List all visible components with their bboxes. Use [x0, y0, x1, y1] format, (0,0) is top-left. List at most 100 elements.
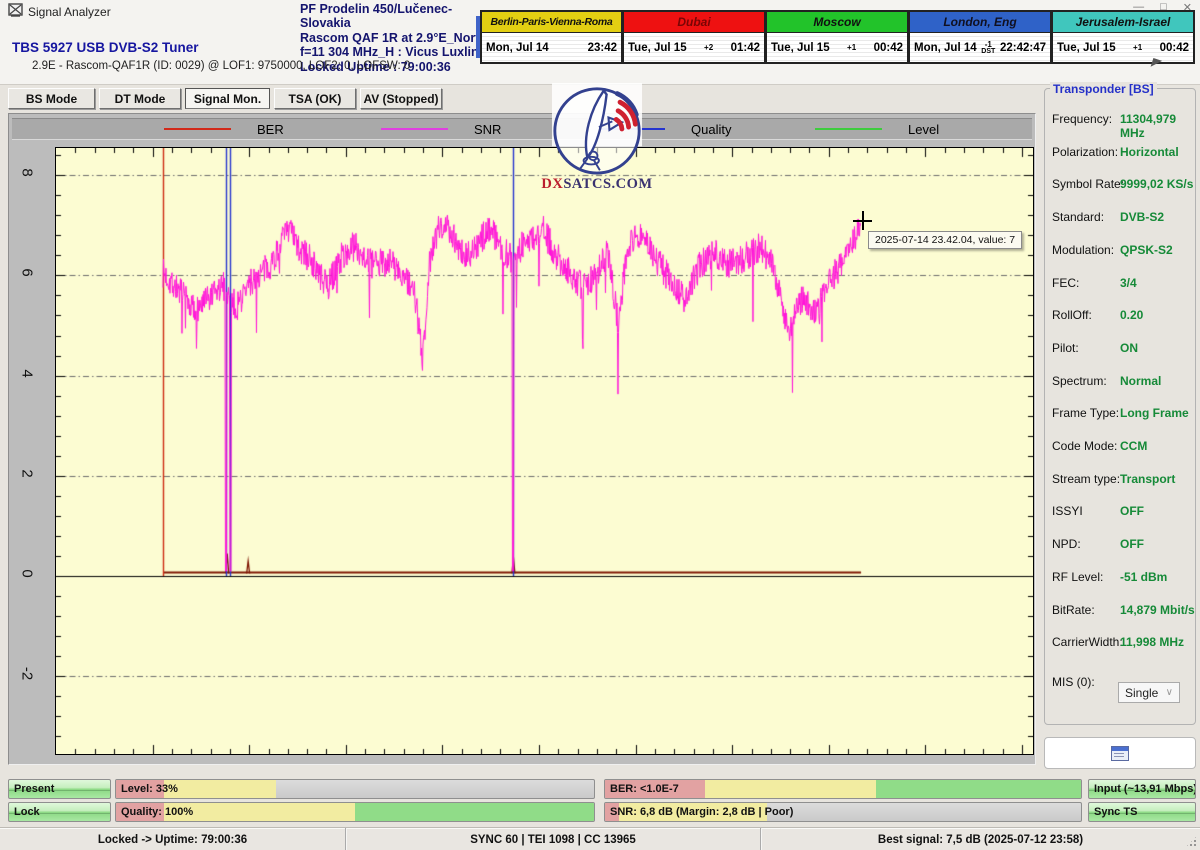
clock-time: 00:42: [1160, 42, 1189, 54]
clock-date: Mon, Jul 14: [486, 42, 549, 54]
transponder-field-value: Long Frame: [1120, 406, 1189, 420]
transponder-field-value: 11304,979 MHz: [1120, 112, 1200, 140]
transponder-field-value: Horizontal: [1120, 145, 1179, 159]
status-bar: Locked -> Uptime: 79:00:36SYNC 60 | TEI …: [0, 827, 1200, 850]
y-axis-tick-label: 2: [19, 462, 36, 484]
transponder-field-value: 11,998 MHz: [1120, 635, 1184, 649]
gauge-quality: Quality: 100%: [115, 802, 595, 822]
clock-city: Jerusalem-Israel: [1053, 12, 1193, 33]
clock-utc-offset: +2: [687, 44, 731, 51]
legend-item-level: Level: [815, 122, 1032, 137]
gauge-zone: [705, 780, 876, 798]
clock-time: 01:42: [731, 42, 760, 54]
transponder-field-label: Polarization:: [1052, 145, 1118, 159]
statusbar-section: SYNC 60 | TEI 1098 | CC 13965: [345, 828, 760, 850]
clock-city: Dubai: [624, 12, 764, 33]
signal-analyzer-window: Signal Analyzer — □ ✕ PF Prodelin 450/Lu…: [0, 0, 1200, 850]
gauge-lock: Lock: [8, 802, 111, 822]
clock-time: 23:42: [588, 42, 617, 54]
clock-4: Jerusalem-IsraelTue, Jul 15+100:42: [1052, 10, 1195, 64]
tab-tsa-ok-[interactable]: TSA (OK): [274, 88, 356, 109]
transponder-field-label: Modulation:: [1052, 243, 1114, 257]
transponder-field-value: QPSK-S2: [1120, 243, 1173, 257]
dxsatcs-emblem-icon: [549, 83, 645, 175]
legend-label: Level: [908, 122, 939, 137]
mode-tabs: BS ModeDT ModeSignal Mon.TSA (OK)AV (Sto…: [8, 88, 442, 109]
clock-date: Tue, Jul 15: [628, 42, 687, 54]
clock-utc-offset: +1: [1116, 44, 1160, 51]
clock-time-row: Tue, Jul 15+100:42: [767, 33, 907, 62]
clock-date: Tue, Jul 15: [771, 42, 830, 54]
y-axis-tick-label: 8: [19, 162, 36, 184]
transponder-field-label: ISSYI: [1052, 504, 1083, 518]
table-icon: [1111, 746, 1129, 761]
transport-details-button[interactable]: [1044, 737, 1196, 769]
transponder-field-label: Standard:: [1052, 210, 1104, 224]
tab-av-stopped-[interactable]: AV (Stopped): [360, 88, 442, 109]
clock-utc-offset: +1: [830, 44, 874, 51]
legend-label: Quality: [691, 122, 731, 137]
transponder-field-label: NPD:: [1052, 537, 1081, 551]
legend-label: SNR: [474, 122, 501, 137]
transponder-field-value: OFF: [1120, 537, 1144, 551]
info-line: f=11 304 MHz_H : Vicus Luxlink: [300, 45, 490, 59]
transponder-field-label: Frequency:: [1052, 112, 1112, 126]
clock-2: MoscowTue, Jul 15+100:42: [766, 10, 909, 64]
y-axis-tick-label: -2: [19, 663, 36, 685]
tab-bs-mode[interactable]: BS Mode: [8, 88, 95, 109]
transponder-field-value: Normal: [1120, 374, 1161, 388]
dxsatcs-logo: DXSATCS.COM: [541, 83, 653, 193]
transponder-field-label: CarrierWidth:: [1052, 635, 1123, 649]
gauge-ber: BER: <1.0E-7: [604, 779, 1082, 799]
mis-label: MIS (0):: [1052, 675, 1095, 689]
clock-time-row: Tue, Jul 15+100:42: [1053, 33, 1193, 62]
gauge-zone: [876, 780, 1081, 798]
legend-swatch: [815, 128, 882, 130]
transponder-field-value: DVB-S2: [1120, 210, 1164, 224]
clock-time: 22:42:47: [1000, 42, 1046, 54]
y-axis-tick-label: 0: [19, 563, 36, 585]
transponder-field-label: Stream type:: [1052, 472, 1120, 486]
clock-city: London, Eng: [910, 12, 1050, 33]
gauge-label: Quality: 100%: [121, 806, 193, 818]
tab-signal-mon-[interactable]: Signal Mon.: [185, 88, 270, 109]
legend-label: BER: [257, 122, 284, 137]
app-dish-icon: [8, 3, 25, 18]
gauge-snr: SNR: 6,8 dB (Margin: 2,8 dB | Poor): [604, 802, 1082, 822]
dxsatcs-logo-text: DXSATCS.COM: [541, 176, 653, 193]
gauge-zone: [355, 803, 594, 821]
clock-date: Mon, Jul 14: [914, 42, 977, 54]
chevron-down-icon: ∨: [1166, 687, 1173, 698]
transponder-field-value: OFF: [1120, 504, 1144, 518]
statusbar-section: Locked -> Uptime: 79:00:36: [0, 828, 345, 850]
transponder-field-label: RollOff:: [1052, 308, 1092, 322]
transponder-field-value: 14,879 Mbit/s: [1120, 603, 1195, 617]
gauge-label: Input (~13,91 Mbps): [1094, 783, 1196, 795]
legend-item-ber: BER: [164, 122, 381, 137]
transponder-field-label: FEC:: [1052, 276, 1079, 290]
y-axis-tick-label: 4: [19, 362, 36, 384]
world-clocks: Berlin-Paris-Vienna-Roma Mon, Jul 14 23:42…: [480, 10, 1197, 64]
transponder-field-label: Frame Type:: [1052, 406, 1119, 420]
transponder-field-label: BitRate:: [1052, 603, 1095, 617]
gauge-label: Lock: [14, 806, 40, 818]
transponder-field-label: Symbol Rate:: [1052, 177, 1124, 191]
gauge-level: Level: 33%: [115, 779, 595, 799]
chart-legend: BER SNR Quality Level: [12, 118, 1032, 140]
gauge-sync-ts: Sync TS: [1088, 802, 1196, 822]
transponder-field-label: Code Mode:: [1052, 439, 1117, 453]
gauge-present: Present: [8, 779, 111, 799]
clock-time-row: Tue, Jul 15+201:42: [624, 33, 764, 62]
mis-dropdown[interactable]: Single ∨: [1118, 682, 1180, 703]
clock-time: 00:42: [874, 42, 903, 54]
gauge-label: Present: [14, 783, 54, 795]
tab-dt-mode[interactable]: DT Mode: [99, 88, 181, 109]
clock-0: Berlin-Paris-Vienna-Roma Mon, Jul 14 23:42: [480, 10, 623, 64]
transponder-field-value: Transport: [1120, 472, 1175, 486]
transponder-field-value: 9999,02 KS/s: [1120, 177, 1193, 191]
legend-swatch: [164, 128, 231, 130]
transponder-field-value: -51 dBm: [1120, 570, 1167, 584]
clock-3: London, EngMon, Jul 14-1DST22:42:47: [909, 10, 1052, 64]
gauge-label: SNR: 6,8 dB (Margin: 2,8 dB | Poor): [610, 806, 793, 818]
clock-city: Berlin-Paris-Vienna-Roma: [482, 12, 621, 33]
